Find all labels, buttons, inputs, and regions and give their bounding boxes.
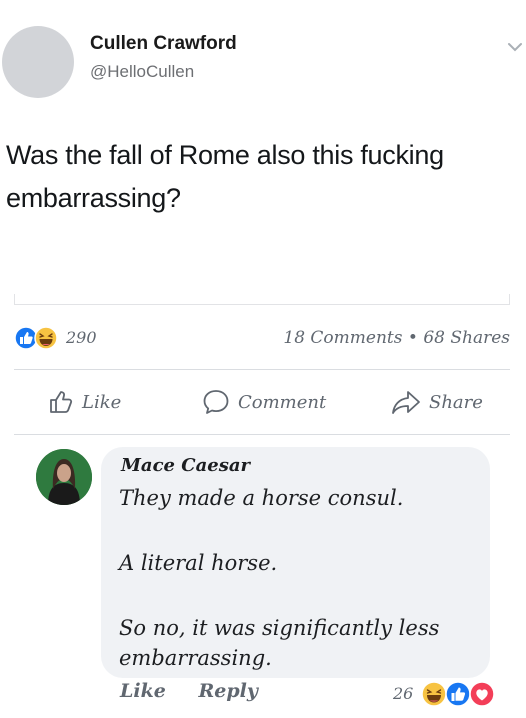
share-button[interactable]: Share [391,382,483,422]
like-icon [14,326,38,350]
comment-button[interactable]: Comment [202,382,326,422]
reaction-icons[interactable] [14,326,60,350]
haha-icon [34,326,58,350]
like-button[interactable]: Like [48,382,121,422]
comment-paragraph: So no, it was significantly less embarra… [119,616,440,670]
comment-reaction-icons[interactable] [421,680,495,708]
comment-like-link[interactable]: Like [120,680,166,702]
tweet-card: Cullen Crawford @HelloCullen Was the fal… [0,0,526,295]
share-count[interactable]: 68 Shares [423,328,510,348]
link-preview-edge [14,294,510,305]
comments-shares-summary[interactable]: 18 Comments • 68 Shares [283,328,510,348]
comment-paragraph: A literal horse. [119,551,278,575]
like-label: Like [82,391,122,413]
tweet-author-name: Cullen Crawford [90,33,237,54]
post-actions-bar: Like Comment Share [14,382,510,422]
comment-count[interactable]: 18 Comments [283,328,402,348]
tweet-avatar [2,26,74,98]
stats-separator: • [407,328,418,348]
commenter-avatar-image [36,449,92,505]
speech-bubble-icon [203,390,229,414]
share-label: Share [429,391,483,413]
chevron-down-icon [508,43,522,52]
comment-label: Comment [238,391,327,413]
post-stats: 290 18 Comments • 68 Shares [14,326,510,352]
comment-paragraph: They made a horse consul. [119,486,404,510]
tweet-author-handle: @HelloCullen [90,62,195,81]
comment-actions: Like Reply [120,680,284,710]
tweet-text: Was the fall of Rome also this fucking e… [6,140,444,213]
thumbs-up-icon [50,391,73,413]
divider-top [14,369,510,370]
comment-reaction-count[interactable]: 26 [393,684,413,703]
comment-reply-link[interactable]: Reply [198,680,257,702]
haha-icon [421,681,447,707]
commenter-avatar[interactable] [36,449,92,505]
reaction-count[interactable]: 290 [66,328,97,347]
love-icon [469,681,495,707]
comment-bubble: Mace Caesar They made a horse consul. A … [101,447,490,678]
share-arrow-icon [392,391,420,414]
like-icon [445,681,471,707]
comment-text: They made a horse consul. A literal hors… [119,483,479,673]
comment-author[interactable]: Mace Caesar [121,455,250,476]
divider-bottom [14,434,510,435]
